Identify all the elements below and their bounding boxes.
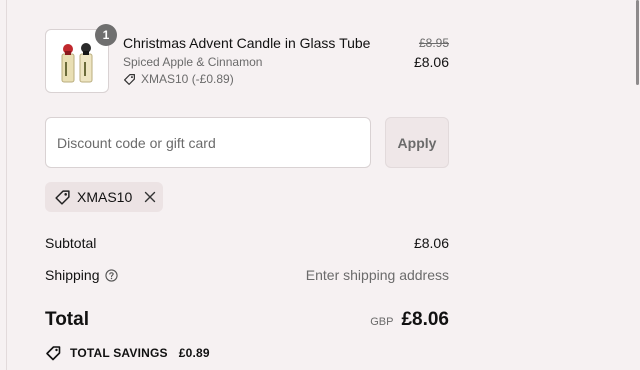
cart-line-item: 1 Christmas Advent Candle in Glass Tube … bbox=[45, 24, 449, 93]
close-icon[interactable] bbox=[144, 191, 156, 203]
panel-divider bbox=[6, 0, 7, 370]
original-price: £8.95 bbox=[418, 36, 449, 50]
product-thumbnail: 1 bbox=[45, 24, 117, 93]
product-name: Christmas Advent Candle in Glass Tube bbox=[123, 35, 371, 51]
tag-icon bbox=[124, 73, 135, 85]
quantity-badge: 1 bbox=[95, 24, 117, 46]
candle-product-image bbox=[61, 43, 93, 83]
total-label: Total bbox=[45, 309, 89, 330]
product-discount: XMAS10 (-£0.89) bbox=[123, 72, 234, 86]
subtotal-row: Subtotal £8.06 bbox=[45, 235, 449, 251]
total-row: Total GBP £8.06 bbox=[45, 309, 449, 331]
total-value: £8.06 bbox=[401, 309, 449, 330]
scrollbar[interactable] bbox=[634, 0, 640, 370]
shipping-label: Shipping bbox=[45, 267, 100, 283]
apply-button[interactable]: Apply bbox=[385, 117, 449, 168]
tag-icon bbox=[55, 189, 70, 205]
applied-discount-code: XMAS10 bbox=[77, 189, 133, 205]
total-value-group: GBP £8.06 bbox=[370, 309, 449, 331]
help-icon[interactable] bbox=[104, 268, 118, 282]
discount-code-input[interactable] bbox=[45, 117, 371, 168]
product-discount-label: XMAS10 (-£0.89) bbox=[141, 72, 234, 86]
scrollbar-thumb[interactable] bbox=[636, 0, 639, 85]
subtotal-value: £8.06 bbox=[413, 235, 449, 251]
discounted-price: £8.06 bbox=[413, 54, 449, 70]
total-savings: TOTAL SAVINGS £0.89 bbox=[45, 345, 210, 361]
total-savings-label: TOTAL SAVINGS bbox=[70, 346, 168, 360]
remove-discount-button[interactable] bbox=[144, 191, 156, 203]
currency-code: GBP bbox=[370, 316, 394, 328]
subtotal-label: Subtotal bbox=[45, 235, 97, 251]
applied-discount-chip: XMAS10 bbox=[45, 182, 163, 212]
shipping-value: Enter shipping address bbox=[305, 267, 449, 283]
tag-icon bbox=[46, 346, 61, 361]
total-savings-value: £0.89 bbox=[178, 346, 210, 360]
shipping-row: Shipping Enter shipping address bbox=[45, 267, 449, 283]
product-variant: Spiced Apple & Cinnamon bbox=[123, 55, 263, 69]
